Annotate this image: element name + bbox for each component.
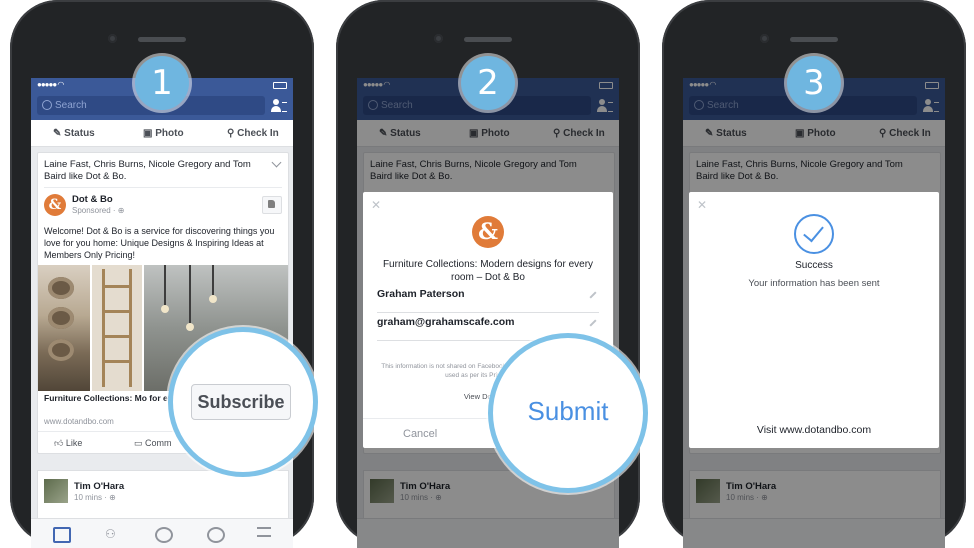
visit-website-link[interactable]: Visit www.dotandbo.com [689, 424, 939, 436]
sponsored-label: Sponsored · ⊕ [72, 206, 125, 215]
page-name[interactable]: Dot & Bo [72, 194, 113, 205]
next-post: Tim O'Hara 10 mins · ⊕ [37, 470, 289, 522]
like-page-button[interactable] [262, 196, 282, 214]
lead-form-title: Furniture Collections: Modern designs fo… [382, 259, 594, 283]
photo-label: Photo [155, 128, 184, 139]
earpiece-speaker [790, 37, 838, 42]
dot-and-bo-logo: & [472, 216, 504, 248]
front-camera [108, 34, 117, 43]
menu-tab-icon[interactable] [257, 527, 271, 537]
post-time: 10 mins · ⊕ [74, 493, 116, 502]
close-icon[interactable]: ✕ [697, 198, 707, 212]
photo-button[interactable]: ▣ Photo [143, 128, 184, 139]
battery-icon [273, 82, 287, 89]
phone-step-3: ●●●●● ◠ Search ✎ Status ▣ Photo ⚲ Check … [662, 0, 966, 548]
status-label: Status [64, 128, 95, 139]
earpiece-speaker [138, 37, 186, 42]
checkin-button[interactable]: ⚲ Check In [227, 128, 279, 139]
edit-pencil-icon[interactable] [589, 291, 597, 299]
ad-photo-ladder [92, 265, 142, 391]
comment-label: Comm [145, 438, 172, 448]
ad-photo-baskets [38, 265, 90, 391]
friend-requests-icon[interactable] [271, 99, 287, 113]
email-value: graham@grahamscafe.com [377, 316, 515, 328]
dot-and-bo-logo[interactable]: & [44, 194, 66, 216]
avatar[interactable] [44, 479, 68, 503]
step-badge-2: 2 [461, 56, 515, 110]
front-camera [434, 34, 443, 43]
close-icon[interactable]: ✕ [371, 198, 381, 212]
edit-pencil-icon[interactable] [589, 319, 597, 327]
step-badge-1: 1 [135, 56, 189, 110]
submit-button[interactable]: Submit [493, 396, 643, 427]
success-check-icon [794, 214, 834, 254]
composer-bar: ✎ Status ▣ Photo ⚲ Check In [31, 120, 293, 147]
ad-url: www.dotandbo.com [44, 417, 114, 426]
comment-button[interactable]: ▭ Comm [134, 438, 172, 449]
signal-icon: ●●●●● ◠ [37, 80, 64, 89]
screen-success: ●●●●● ◠ Search ✎ Status ▣ Photo ⚲ Check … [683, 78, 945, 548]
like-button[interactable]: 👍︎ Like [54, 438, 82, 449]
success-modal: ✕ Success Your information has been sent… [689, 192, 939, 448]
thumbs-up-icon [268, 200, 275, 208]
checkin-label: Check In [237, 128, 279, 139]
chevron-down-icon[interactable] [271, 157, 282, 168]
bottom-tab-bar: ⚇ [31, 518, 293, 548]
status-button[interactable]: ✎ Status [53, 128, 95, 139]
ad-text: Welcome! Dot & Bo is a service for disco… [44, 226, 275, 260]
news-feed-tab-icon[interactable] [53, 527, 71, 543]
subscribe-button[interactable]: Subscribe [191, 384, 291, 420]
success-title: Success [795, 260, 833, 271]
globe-tab-icon[interactable] [207, 527, 225, 543]
like-label: Like [65, 438, 83, 448]
messenger-tab-icon[interactable] [155, 527, 173, 543]
success-subtitle: Your information has been sent [748, 278, 880, 289]
name-field[interactable]: Graham Paterson [377, 288, 599, 313]
author-name[interactable]: Tim O'Hara [74, 481, 124, 492]
front-camera [760, 34, 769, 43]
earpiece-speaker [464, 37, 512, 42]
cancel-button[interactable]: Cancel [403, 428, 437, 440]
search-icon [42, 100, 52, 110]
screen-news-feed: ●●●●● ◠ Search ✎ Status ▣ Photo ⚲ Check … [31, 78, 293, 548]
subscribe-zoom-callout: Subscribe [168, 327, 318, 477]
step-badge-3: 3 [787, 56, 841, 110]
page-header: & Dot & Bo Sponsored · ⊕ [44, 187, 282, 218]
submit-zoom-callout: Submit [488, 333, 648, 493]
social-context: Laine Fast, Chris Burns, Nicole Gregory … [44, 159, 251, 182]
name-value: Graham Paterson [377, 288, 465, 300]
search-placeholder: Search [55, 100, 87, 111]
friends-tab-icon[interactable]: ⚇ [105, 527, 119, 541]
